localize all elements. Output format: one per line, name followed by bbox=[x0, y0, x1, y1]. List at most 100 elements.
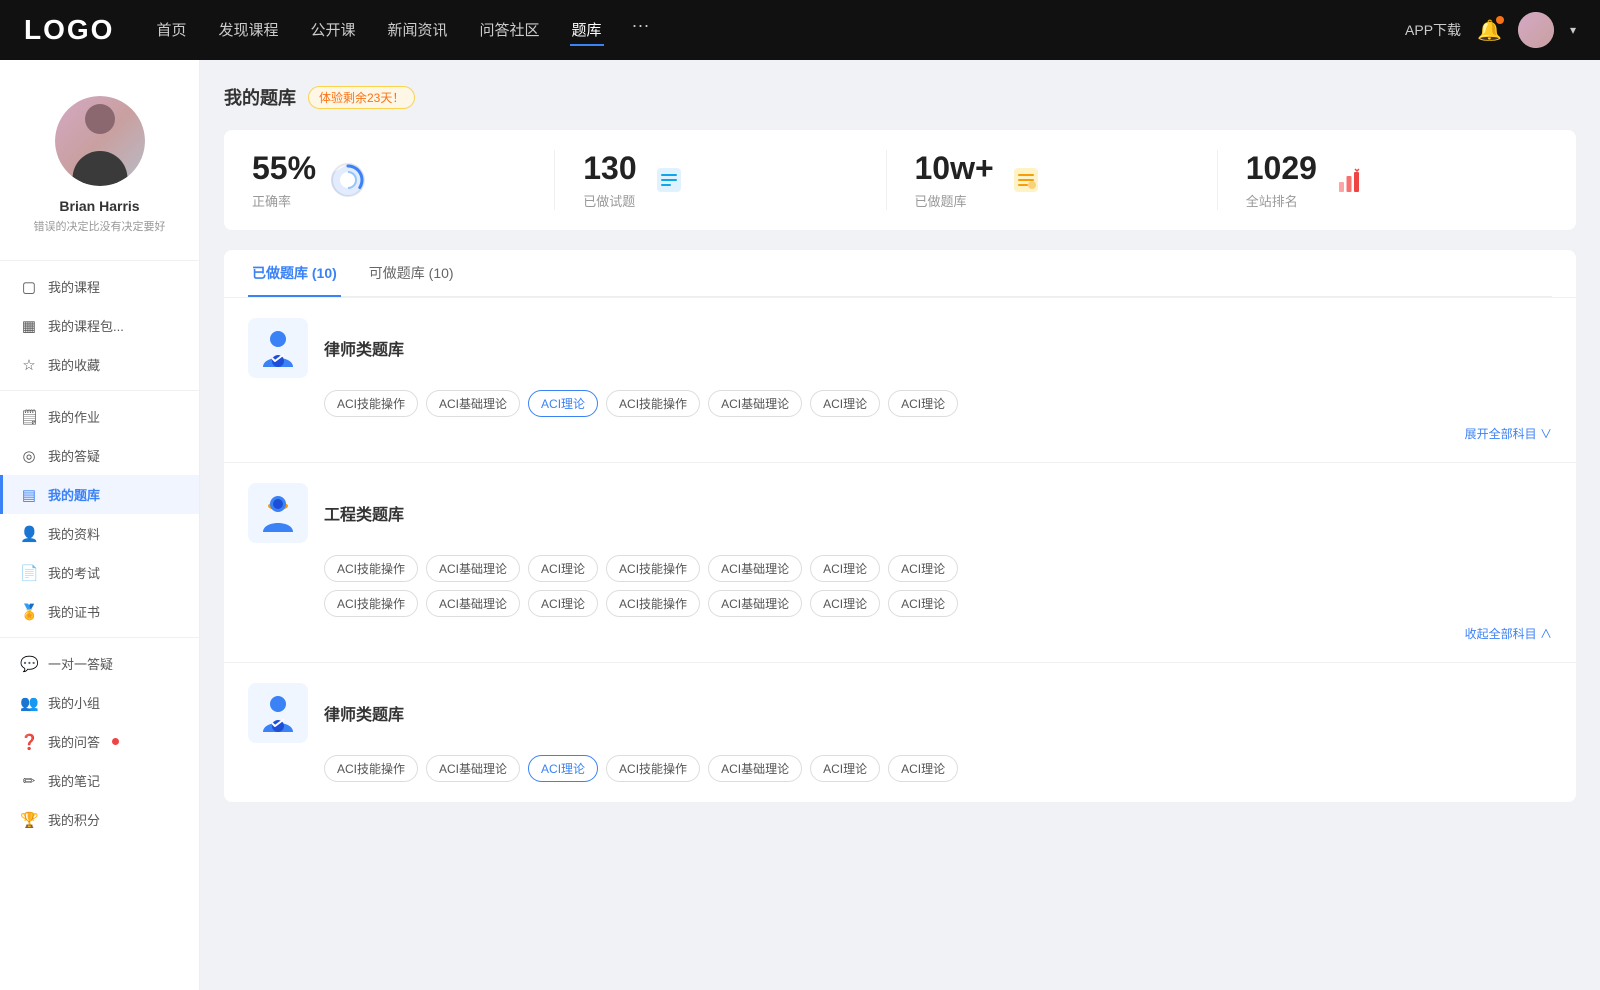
nav-link-discover[interactable]: 发现课程 bbox=[216, 15, 280, 46]
sidebar-item-exams[interactable]: 📄 我的考试 bbox=[0, 553, 199, 592]
bank-collapse-button[interactable]: 收起全部科目 ∧ bbox=[1465, 625, 1552, 642]
group-icon: 👥 bbox=[20, 694, 38, 712]
bank-icon-lawyer-1 bbox=[248, 318, 308, 378]
sidebar-item-points[interactable]: 🏆 我的积分 bbox=[0, 800, 199, 839]
bank-tag[interactable]: ACI基础理论 bbox=[426, 590, 520, 617]
bank-tag[interactable]: ACI基础理论 bbox=[426, 755, 520, 782]
nav-link-home[interactable]: 首页 bbox=[154, 15, 188, 46]
bank-expand-button-1[interactable]: 展开全部科目 ∨ bbox=[1465, 425, 1552, 442]
sidebar-item-notes[interactable]: ✏ 我的笔记 bbox=[0, 761, 199, 800]
sidebar-item-questions[interactable]: ◎ 我的答疑 bbox=[0, 436, 199, 475]
bank-tag[interactable]: ACI理论 bbox=[810, 755, 880, 782]
bank-tag[interactable]: ACI技能操作 bbox=[324, 390, 418, 417]
tab-section: 已做题库 (10) 可做题库 (10) bbox=[224, 250, 1576, 298]
stats-card: 55% 正确率 130 bbox=[224, 130, 1576, 230]
cert-icon: 🏅 bbox=[20, 603, 38, 621]
bank-card-lawyer-2: 律师类题库 ACI技能操作 ACI基础理论 ACI理论 ACI技能操作 ACI基… bbox=[224, 663, 1576, 802]
nav-app-download[interactable]: APP下载 bbox=[1405, 20, 1461, 40]
nav-logo: LOGO bbox=[24, 14, 114, 46]
bank-tag[interactable]: ACI基础理论 bbox=[426, 555, 520, 582]
star-icon: ☆ bbox=[20, 356, 38, 374]
sidebar-item-course-packages[interactable]: ▦ 我的课程包... bbox=[0, 306, 199, 345]
nav-avatar[interactable] bbox=[1518, 12, 1554, 48]
sidebar-item-my-qa[interactable]: ❓ 我的问答 bbox=[0, 722, 199, 761]
bank-tag[interactable]: ACI基础理论 bbox=[426, 390, 520, 417]
bank-tag[interactable]: ACI技能操作 bbox=[324, 590, 418, 617]
bank-tag[interactable]: ACI技能操作 bbox=[324, 755, 418, 782]
sidebar-item-label: 我的笔记 bbox=[48, 771, 100, 790]
bank-tag[interactable]: ACI基础理论 bbox=[708, 390, 802, 417]
sidebar-item-question-bank[interactable]: ▤ 我的题库 bbox=[0, 475, 199, 514]
bank-card-lawyer-1: 律师类题库 ACI技能操作 ACI基础理论 ACI理论 ACI技能操作 ACI基… bbox=[224, 298, 1576, 463]
bank-tag[interactable]: ACI理论 bbox=[888, 590, 958, 617]
bank-tag[interactable]: ACI技能操作 bbox=[606, 555, 700, 582]
sidebar-item-my-courses[interactable]: ▢ 我的课程 bbox=[0, 267, 199, 306]
course-icon: ▢ bbox=[20, 278, 38, 296]
bank-title-engineer: 工程类题库 bbox=[324, 501, 404, 525]
nav-link-bank[interactable]: 题库 bbox=[570, 15, 604, 46]
package-icon: ▦ bbox=[20, 317, 38, 335]
bank-tag[interactable]: ACI理论 bbox=[888, 755, 958, 782]
tab-bar: 已做题库 (10) 可做题库 (10) bbox=[248, 250, 1552, 297]
stat-accuracy-label: 正确率 bbox=[252, 191, 316, 210]
nav-link-qa[interactable]: 问答社区 bbox=[478, 15, 542, 46]
nav-link-news[interactable]: 新闻资讯 bbox=[386, 15, 450, 46]
question-icon: ◎ bbox=[20, 447, 38, 465]
bank-tag[interactable]: ACI技能操作 bbox=[606, 390, 700, 417]
bank-icon-lawyer-2 bbox=[248, 683, 308, 743]
sidebar-item-groups[interactable]: 👥 我的小组 bbox=[0, 683, 199, 722]
bank-tag[interactable]: ACI理论 bbox=[810, 590, 880, 617]
avatar-image bbox=[55, 96, 145, 186]
nav-more-dots[interactable]: ··· bbox=[632, 15, 650, 46]
sidebar-item-favorites[interactable]: ☆ 我的收藏 bbox=[0, 345, 199, 384]
stat-accuracy: 55% 正确率 bbox=[252, 150, 554, 210]
bank-tag[interactable]: ACI基础理论 bbox=[708, 590, 802, 617]
stat-banks-label: 已做题库 bbox=[915, 191, 994, 210]
bank-tag[interactable]: ACI基础理论 bbox=[708, 755, 802, 782]
nav-chevron-down-icon[interactable]: ▾ bbox=[1570, 23, 1576, 37]
page-wrap: Brian Harris 错误的决定比没有决定要好 ▢ 我的课程 ▦ 我的课程包… bbox=[0, 60, 1600, 990]
navbar: LOGO 首页 发现课程 公开课 新闻资讯 问答社区 题库 ··· APP下载 … bbox=[0, 0, 1600, 60]
bank-tag[interactable]: ACI技能操作 bbox=[324, 555, 418, 582]
bank-tag-selected[interactable]: ACI理论 bbox=[528, 390, 598, 417]
nav-right: APP下载 🔔 ▾ bbox=[1405, 12, 1576, 48]
bank-tag[interactable]: ACI理论 bbox=[528, 590, 598, 617]
bank-card-engineer: 工程类题库 ACI技能操作 ACI基础理论 ACI理论 ACI技能操作 ACI基… bbox=[224, 463, 1576, 663]
sidebar-item-homework[interactable]: 🗒 我的作业 bbox=[0, 397, 199, 436]
sidebar-divider-top bbox=[0, 260, 199, 261]
sidebar-item-label: 我的题库 bbox=[48, 485, 100, 504]
nav-bell[interactable]: 🔔 bbox=[1477, 18, 1502, 43]
notes-icon: ✏ bbox=[20, 772, 38, 790]
bank-tags-engineer-row2: ACI技能操作 ACI基础理论 ACI理论 ACI技能操作 ACI基础理论 AC… bbox=[248, 590, 1552, 617]
sidebar-item-certificates[interactable]: 🏅 我的证书 bbox=[0, 592, 199, 631]
sidebar-user-motto: 错误的决定比没有决定要好 bbox=[16, 218, 183, 234]
bank-tag[interactable]: ACI技能操作 bbox=[606, 590, 700, 617]
sidebar-item-one-on-one[interactable]: 💬 一对一答疑 bbox=[0, 644, 199, 683]
stat-rank-label: 全站排名 bbox=[1246, 191, 1317, 210]
nav-links: 首页 发现课程 公开课 新闻资讯 问答社区 题库 ··· bbox=[154, 15, 1405, 46]
nav-link-open[interactable]: 公开课 bbox=[308, 15, 357, 46]
tab-available-banks[interactable]: 可做题库 (10) bbox=[365, 251, 458, 297]
bank-tag[interactable]: ACI理论 bbox=[810, 390, 880, 417]
sidebar-item-profile[interactable]: 👤 我的资料 bbox=[0, 514, 199, 553]
bank-tag-selected[interactable]: ACI理论 bbox=[528, 755, 598, 782]
bank-title-lawyer-1: 律师类题库 bbox=[324, 336, 404, 360]
sidebar-item-label: 我的作业 bbox=[48, 407, 100, 426]
bank-tag[interactable]: ACI理论 bbox=[528, 555, 598, 582]
sidebar-item-label: 我的积分 bbox=[48, 810, 100, 829]
stat-banks-value: 10w+ bbox=[915, 150, 994, 187]
sidebar-profile: Brian Harris 错误的决定比没有决定要好 bbox=[0, 80, 199, 254]
stat-rank-text: 1029 全站排名 bbox=[1246, 150, 1317, 210]
bank-footer-engineer: 收起全部科目 ∧ bbox=[248, 625, 1552, 642]
bank-tag[interactable]: ACI理论 bbox=[888, 555, 958, 582]
sidebar-item-label: 我的考试 bbox=[48, 563, 100, 582]
bank-tag[interactable]: ACI技能操作 bbox=[606, 755, 700, 782]
bank-tag[interactable]: ACI基础理论 bbox=[708, 555, 802, 582]
sidebar-divider-2 bbox=[0, 637, 199, 638]
bank-tag[interactable]: ACI理论 bbox=[888, 390, 958, 417]
stat-done-questions: 130 已做试题 bbox=[554, 150, 885, 210]
bank-tag[interactable]: ACI理论 bbox=[810, 555, 880, 582]
bank-icon-engineer bbox=[248, 483, 308, 543]
homework-icon: 🗒 bbox=[20, 408, 38, 426]
tab-done-banks[interactable]: 已做题库 (10) bbox=[248, 251, 341, 297]
